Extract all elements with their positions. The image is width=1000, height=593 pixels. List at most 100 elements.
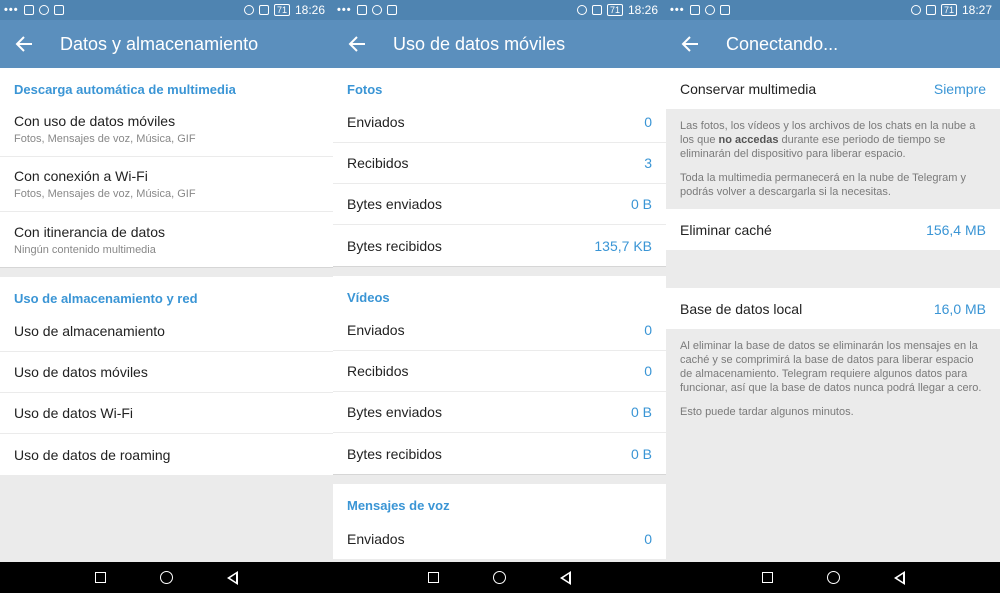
page-title: Datos y almacenamiento bbox=[60, 33, 259, 54]
status-bar: ••• 71 18:26 bbox=[333, 0, 666, 20]
videos-bytes-sent-row: Bytes enviados 0 B bbox=[333, 392, 666, 433]
row-value: 3 bbox=[644, 155, 652, 171]
screen-storage-usage: ••• 71 18:27 Conectando... Conservar mult… bbox=[666, 0, 1000, 593]
auto-download-mobile-item[interactable]: Con uso de datos móviles Fotos, Mensajes … bbox=[0, 102, 333, 157]
storage-list: Conservar multimedia Siempre Las fotos, l… bbox=[666, 68, 1000, 562]
auto-download-wifi-item[interactable]: Con conexión a Wi-Fi Fotos, Mensajes de v… bbox=[0, 157, 333, 212]
section-title: Uso de almacenamiento y red bbox=[14, 291, 198, 306]
row-label: Bytes enviados bbox=[347, 404, 442, 420]
item-label: Con uso de datos móviles bbox=[14, 113, 176, 129]
info-text: Toda la multimedia permanecerá en la nub… bbox=[680, 172, 966, 198]
row-label: Recibidos bbox=[347, 363, 409, 379]
signal-icon bbox=[925, 5, 936, 15]
section-title: Fotos bbox=[347, 82, 383, 97]
back-button[interactable] bbox=[560, 570, 571, 585]
settings-list: Descarga automática de multimedia Con us… bbox=[0, 68, 333, 562]
recents-button[interactable] bbox=[428, 572, 439, 583]
screen-mobile-data-usage: ••• 71 18:26 Uso de datos móviles Fotos E… bbox=[333, 0, 666, 593]
wifi-icon bbox=[243, 5, 254, 15]
row-label: Enviados bbox=[347, 114, 405, 130]
wifi-data-usage-item[interactable]: Uso de datos Wi-Fi bbox=[0, 393, 333, 434]
home-button[interactable] bbox=[493, 571, 506, 584]
row-label: Bytes recibidos bbox=[347, 445, 442, 462]
section-voice-messages: Mensajes de voz Enviados 0 bbox=[333, 484, 666, 559]
section-videos: Vídeos Enviados 0 Recibidos 0 Bytes enviad… bbox=[333, 276, 666, 474]
row-label: Bytes recibidos bbox=[347, 237, 442, 254]
app-bar: Datos y almacenamiento bbox=[0, 20, 333, 68]
section-storage-network: Uso de almacenamiento y red Uso de almac… bbox=[0, 277, 333, 475]
storage-usage-item[interactable]: Uso de almacenamiento bbox=[0, 311, 333, 352]
battery-icon: 71 bbox=[606, 4, 623, 16]
photos-bytes-received-row: Bytes recibidos 135,7 KB bbox=[333, 225, 666, 266]
camera-icon bbox=[719, 5, 730, 15]
row-value: 0 B bbox=[630, 404, 652, 420]
row-label: Eliminar caché bbox=[680, 221, 772, 238]
keep-media-info: Las fotos, los vídeos y los archivos de … bbox=[666, 109, 1000, 209]
section-local-db: Base de datos local 16,0 MB bbox=[666, 288, 1000, 329]
notification-dots-icon: ••• bbox=[670, 4, 685, 16]
camera-icon bbox=[386, 5, 397, 15]
photos-received-row: Recibidos 3 bbox=[333, 143, 666, 184]
signal-icon bbox=[258, 5, 269, 15]
system-nav-bar bbox=[333, 562, 666, 593]
roaming-data-usage-item[interactable]: Uso de datos de roaming bbox=[0, 434, 333, 475]
item-sublabel: Fotos, Mensajes de voz, Música, GIF bbox=[14, 188, 196, 200]
signal-icon bbox=[591, 5, 602, 15]
back-arrow-icon[interactable] bbox=[666, 20, 714, 68]
info-text: Al eliminar la base de datos se eliminar… bbox=[680, 340, 982, 394]
videos-received-row: Recibidos 0 bbox=[333, 351, 666, 392]
mobile-data-usage-item[interactable]: Uso de datos móviles bbox=[0, 352, 333, 393]
telegram-icon bbox=[371, 5, 382, 15]
home-button[interactable] bbox=[826, 571, 840, 584]
section-divider bbox=[333, 266, 666, 276]
section-title: Descarga automática de multimedia bbox=[14, 82, 236, 97]
item-sublabel: Fotos, Mensajes de voz, Música, GIF bbox=[14, 133, 196, 145]
local-db-info: Al eliminar la base de datos se eliminar… bbox=[666, 329, 1000, 429]
photos-sent-row: Enviados 0 bbox=[333, 102, 666, 143]
photos-bytes-sent-row: Bytes enviados 0 B bbox=[333, 184, 666, 225]
back-arrow-icon[interactable] bbox=[0, 20, 48, 68]
row-label: Conservar multimedia bbox=[680, 80, 817, 97]
section-keep-media: Conservar multimedia Siempre bbox=[666, 68, 1000, 109]
local-database-button[interactable]: Base de datos local 16,0 MB bbox=[666, 288, 1000, 329]
item-label: Uso de almacenamiento bbox=[14, 323, 165, 339]
back-arrow-icon[interactable] bbox=[333, 20, 381, 68]
videos-sent-row: Enviados 0 bbox=[333, 310, 666, 351]
clear-cache-button[interactable]: Eliminar caché 156,4 MB bbox=[666, 209, 1000, 250]
info-bold-text: no accedas bbox=[718, 134, 779, 146]
recents-button[interactable] bbox=[761, 572, 773, 583]
item-label: Con itinerancia de datos bbox=[14, 223, 165, 240]
keep-media-setting[interactable]: Conservar multimedia Siempre bbox=[666, 68, 1000, 109]
info-text: Esto puede tardar algunos minutos. bbox=[680, 406, 854, 418]
telegram-icon bbox=[704, 5, 715, 15]
section-auto-download: Descarga automática de multimedia Con us… bbox=[0, 68, 333, 267]
usage-list: Fotos Enviados 0 Recibidos 3 Bytes enviado… bbox=[333, 68, 666, 562]
system-nav-bar bbox=[666, 562, 1000, 593]
section-divider bbox=[333, 474, 666, 484]
status-bar: ••• 71 18:26 bbox=[0, 0, 333, 20]
auto-download-roaming-item[interactable]: Con itinerancia de datos Ningún contenido… bbox=[0, 212, 333, 267]
wifi-icon bbox=[576, 5, 587, 15]
keep-media-value: Siempre bbox=[933, 80, 986, 97]
home-button[interactable] bbox=[160, 571, 173, 584]
item-label: Uso de datos de roaming bbox=[14, 446, 171, 463]
page-title: Uso de datos móviles bbox=[393, 33, 566, 54]
section-spacer bbox=[666, 250, 1000, 288]
system-nav-bar bbox=[0, 562, 333, 593]
status-time: 18:26 bbox=[627, 3, 658, 17]
row-label: Enviados bbox=[347, 322, 405, 338]
page-title: Conectando... bbox=[726, 33, 839, 54]
item-label: Uso de datos Wi-Fi bbox=[14, 405, 134, 421]
row-value: 0 bbox=[644, 530, 652, 547]
row-label: Recibidos bbox=[347, 155, 409, 171]
back-button[interactable] bbox=[893, 570, 905, 585]
row-value: 0 B bbox=[630, 445, 652, 462]
camera-icon bbox=[53, 5, 64, 15]
item-sublabel: Ningún contenido multimedia bbox=[14, 243, 156, 256]
notification-dots-icon: ••• bbox=[4, 4, 19, 16]
row-value: 0 bbox=[644, 114, 652, 130]
row-value: 0 B bbox=[630, 196, 652, 212]
back-button[interactable] bbox=[227, 570, 238, 585]
notification-dots-icon: ••• bbox=[337, 4, 352, 16]
recents-button[interactable] bbox=[95, 572, 106, 583]
